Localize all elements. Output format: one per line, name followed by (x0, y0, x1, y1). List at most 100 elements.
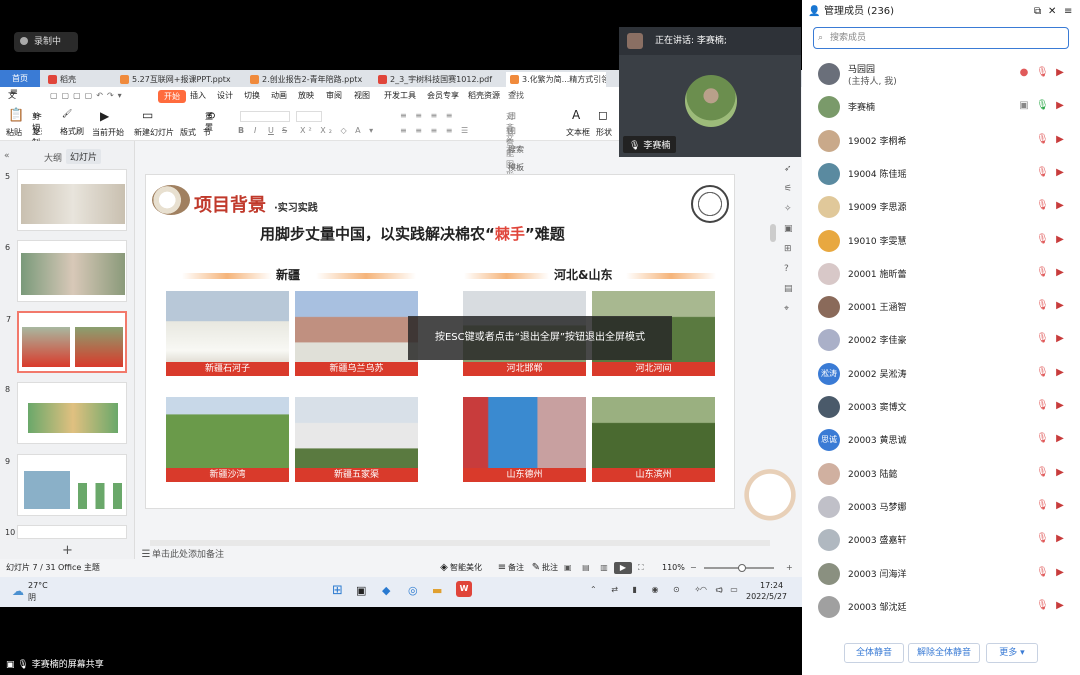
slide-thumbnail[interactable]: 5 (5, 169, 127, 231)
rocket-icon[interactable]: ➶ (784, 164, 792, 174)
camera-off-icon[interactable]: ▶ (1054, 234, 1066, 246)
member-row[interactable]: 20003 窦博文 🎙 ▶ (802, 389, 1080, 424)
tab-outline[interactable]: 大纲 (44, 151, 62, 164)
bold-button[interactable]: B (238, 126, 244, 135)
chart-icon[interactable]: ▤ (784, 284, 793, 294)
align-icons[interactable]: ≡ ≡ ≡ ≡ ☰ (400, 126, 471, 135)
microphone-muted-icon[interactable]: 🎙 (1036, 200, 1049, 212)
menu-design[interactable]: 设计 (217, 87, 233, 105)
member-row[interactable]: 20003 盛嘉轩 🎙 ▶ (802, 522, 1080, 557)
vertical-scrollbar[interactable] (770, 224, 776, 242)
member-row[interactable]: 20001 王涵智 🎙 ▶ (802, 289, 1080, 324)
font-name-select[interactable] (240, 111, 290, 122)
camera-off-icon[interactable]: ▶ (1054, 333, 1066, 345)
microphone-muted-icon[interactable]: 🎙 (1036, 467, 1049, 479)
menu-docer-resources[interactable]: 稻壳资源 (468, 87, 500, 105)
slide-thumbnail[interactable]: 9 (5, 454, 127, 516)
microphone-muted-icon[interactable]: 🎙 (1036, 433, 1049, 445)
microphone-muted-icon[interactable]: 🎙 (1036, 234, 1049, 246)
add-slide-button[interactable]: + (62, 543, 73, 558)
camera-off-icon[interactable]: ▶ (1054, 300, 1066, 312)
textbox-button[interactable]: 文本框 (566, 127, 590, 138)
adjust-icon[interactable]: ⚟ (784, 184, 792, 194)
menu-member[interactable]: 会员专享 (427, 87, 459, 105)
file-explorer-icon[interactable]: ▬ (432, 584, 442, 597)
member-row[interactable]: 19009 李思源 🎙 ▶ (802, 189, 1080, 224)
paste-button[interactable]: 粘贴 (6, 127, 22, 138)
member-row[interactable]: 思诚 20003 黄思诚 🎙 ▶ (802, 422, 1080, 457)
network-sound-icons[interactable]: ◠ ◁ ▭ (700, 585, 741, 594)
meeting-app-icon[interactable]: ◆ (382, 584, 390, 597)
tab-file[interactable]: 5.27互联网+报课PPT.pptx (116, 72, 240, 87)
close-icon[interactable]: ✕ (1048, 0, 1056, 24)
camera-off-icon[interactable]: ▶ (1054, 567, 1066, 579)
wps-app-icon[interactable]: W (456, 581, 472, 597)
member-row[interactable]: 19004 陈佳瑶 🎙 ▶ (802, 156, 1080, 191)
camera-off-icon[interactable]: ▶ (1054, 67, 1066, 79)
recording-indicator[interactable]: 录制中 (14, 32, 78, 52)
horizontal-scrollbar[interactable] (150, 540, 770, 546)
member-row[interactable]: 19002 李桐希 🎙 ▶ (802, 123, 1080, 158)
menu-home[interactable]: 开始 (158, 90, 186, 103)
microphone-muted-icon[interactable]: 🎙 (1036, 600, 1049, 612)
tab-home[interactable]: 首页 (0, 70, 40, 87)
strikethrough-button[interactable]: S (282, 126, 287, 135)
member-row[interactable]: 19010 李雯慧 🎙 ▶ (802, 223, 1080, 258)
popout-icon[interactable]: ⧉ (1034, 0, 1041, 24)
paragraph-icons[interactable]: ≡ ≡ ≡ ≡ (400, 111, 455, 120)
location-icon[interactable]: ⌖ (784, 304, 789, 314)
member-row[interactable]: 马园园 (主持人, 我) ● 🎙 ▶ (802, 56, 1080, 91)
italic-button[interactable]: I (254, 126, 256, 135)
slide-thumbnail[interactable]: 8 (5, 382, 127, 444)
camera-off-icon[interactable]: ▶ (1054, 533, 1066, 545)
more-button[interactable]: 更多 ▾ (986, 643, 1038, 663)
microphone-muted-icon[interactable]: 🎙 (1036, 134, 1049, 146)
microphone-muted-icon[interactable]: 🎙 (1036, 333, 1049, 345)
app-icon[interactable]: ◎ (408, 584, 418, 597)
microphone-muted-icon[interactable]: 🎙 (1036, 567, 1049, 579)
zoom-slider-thumb[interactable] (738, 564, 746, 572)
unmute-all-button[interactable]: 解除全体静音 (908, 643, 980, 663)
microphone-muted-icon[interactable]: 🎙 (1036, 400, 1049, 412)
shape-button[interactable]: 形状 (596, 127, 612, 138)
zoom-level[interactable]: 110% (662, 560, 685, 576)
microphone-icon[interactable]: 🎙 (1036, 100, 1049, 112)
zoom-out-button[interactable]: − (690, 560, 697, 576)
comments-toggle[interactable]: ✎ 批注 (530, 560, 558, 576)
collapse-panel-icon[interactable]: « (4, 151, 10, 161)
notes-toggle[interactable]: ≡ 备注 (496, 560, 524, 576)
slide-thumbnail-current[interactable]: 7 (6, 311, 127, 373)
active-speaker-panel[interactable]: 正在讲话: 李赛楠; 🎙 李赛楠 (619, 27, 801, 157)
member-row[interactable]: 淞涛 20002 吴淞涛 🎙 ▶ (802, 356, 1080, 391)
member-row[interactable]: 20001 施昕蕾 🎙 ▶ (802, 256, 1080, 291)
new-slide-button[interactable]: 新建幻灯片 (134, 127, 174, 138)
member-row[interactable]: 20003 陆懿 🎙 ▶ (802, 456, 1080, 491)
camera-off-icon[interactable]: ▶ (1054, 167, 1066, 179)
format-painter-button[interactable]: 格式刷 (60, 126, 84, 137)
tab-slides[interactable]: 幻灯片 (66, 149, 102, 164)
help-icon[interactable]: ? (784, 264, 789, 274)
camera-off-icon[interactable]: ▶ (1054, 467, 1066, 479)
quick-access-icons[interactable]: ▢▢▢▢↶↷▾ (50, 87, 126, 105)
table-icon[interactable]: ⊞ (784, 244, 792, 254)
weather-icon[interactable]: ☁ (12, 584, 24, 598)
menu-review[interactable]: 审阅 (326, 87, 342, 105)
microphone-muted-icon[interactable]: 🎙 (1036, 67, 1049, 79)
menu-insert[interactable]: 插入 (190, 87, 206, 105)
menu-view[interactable]: 视图 (354, 87, 370, 105)
camera-off-icon[interactable]: ▶ (1054, 433, 1066, 445)
beautify-button[interactable]: ◈ 智能美化 (438, 560, 482, 576)
menu-developer[interactable]: 开发工具 (384, 87, 416, 105)
slide-thumbnail[interactable]: 10 (5, 525, 127, 539)
member-row[interactable]: 20003 邹沈廷 🎙 ▶ (802, 589, 1080, 624)
underline-button[interactable]: U (268, 126, 274, 135)
member-row[interactable]: 20003 闫海洋 🎙 ▶ (802, 556, 1080, 591)
member-row[interactable]: 20003 马梦娜 🎙 ▶ (802, 489, 1080, 524)
camera-off-icon[interactable]: ▶ (1054, 134, 1066, 146)
microphone-muted-icon[interactable]: 🎙 (1036, 367, 1049, 379)
microphone-muted-icon[interactable]: 🎙 (1036, 267, 1049, 279)
camera-off-icon[interactable]: ▶ (1054, 200, 1066, 212)
member-search-input[interactable]: ⌕ 搜索成员 (813, 27, 1069, 49)
microphone-muted-icon[interactable]: 🎙 (1036, 533, 1049, 545)
menu-slideshow[interactable]: 放映 (298, 87, 314, 105)
